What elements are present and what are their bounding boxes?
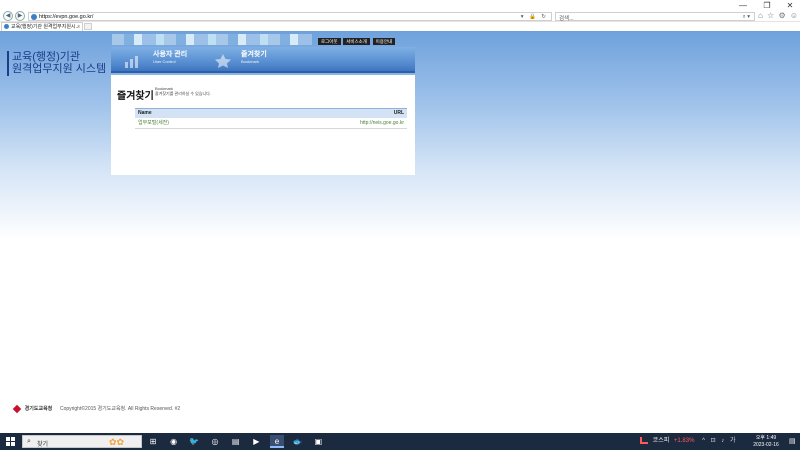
system-title: 교육(행정)기관 원격업무지원 시스템: [7, 51, 106, 76]
bookmark-star-icon: [215, 54, 231, 68]
tab-close-icon[interactable]: ×: [77, 23, 80, 31]
bookmark-panel: 즐겨찾기 Bookmark 즐겨찾기를 관리하실 수 있습니다. Name UR…: [111, 75, 415, 175]
site-favicon-icon: [31, 14, 37, 20]
system-title-line1: 교육(행정)기관: [12, 51, 81, 63]
tray-icons[interactable]: ^ ⊡ ♪ 가: [702, 438, 737, 444]
footer-org-name: 경기도교육청: [24, 406, 53, 412]
nav-bookmark-label: 즐겨찾기: [241, 51, 267, 58]
address-url: https://evpn.goe.go.kr/: [39, 14, 94, 20]
page-footer: 경기도교육청 Copyright©2015 경기도교육청. All Rights…: [12, 404, 181, 413]
nav-bookmark[interactable]: 즐겨찾기 Bookmark: [241, 51, 267, 64]
user-control-icon: [125, 56, 138, 68]
page-description: 즐겨찾기를 관리하실 수 있습니다.: [155, 91, 211, 96]
table-header-row: Name URL: [135, 108, 407, 118]
kospi-value: +1.83%: [673, 438, 695, 444]
tab-favicon-icon: [4, 24, 9, 29]
column-header-url: URL: [250, 108, 407, 118]
footer-copyright: Copyright©2015 경기도교육청. All Rights Reserv…: [59, 406, 181, 412]
back-icon[interactable]: ◀: [3, 11, 13, 21]
nav-user-control-label: 사용자 관리: [153, 51, 188, 58]
column-header-name: Name: [135, 108, 251, 118]
edge-icon[interactable]: ◉: [167, 435, 181, 448]
browser-tab[interactable]: 교육(행정)기관 원격업무지원시... ×: [1, 22, 83, 31]
notification-icon[interactable]: ▤: [789, 437, 796, 445]
page-body: 교육(행정)기관 원격업무지원 시스템 로그아웃 서비스소개 이용안내 사용자 …: [0, 31, 800, 433]
system-tray: 코스피 +1.83% ^ ⊡ ♪ 가: [640, 435, 737, 444]
guide-button[interactable]: 이용안내: [372, 38, 396, 45]
taskbar-search-icon: ⌕: [27, 438, 31, 445]
stock-chart-icon: [640, 436, 648, 444]
forward-icon[interactable]: ▶: [15, 11, 25, 21]
new-tab-button[interactable]: [84, 23, 92, 30]
clock-date: 2023-02-16: [753, 441, 779, 448]
address-input[interactable]: https://evpn.goe.go.kr/ ▾ 🔒 ↻: [28, 12, 552, 21]
service-intro-button[interactable]: 서비스소개: [343, 38, 370, 45]
table-row[interactable]: 업무포털(세전) http://neis.goe.go.kr: [135, 117, 407, 129]
taskbar-search-input[interactable]: ⌕ 찾기 ✿✿: [22, 435, 142, 448]
start-windows-icon[interactable]: [6, 437, 15, 446]
bookmark-table: Name URL 업무포털(세전) http://neis.goe.go.kr: [135, 108, 407, 129]
page-title: 즐겨찾기: [117, 91, 154, 102]
search-input[interactable]: 검색... ⌕ ▾: [555, 12, 755, 22]
tab-title: 교육(행정)기관 원격업무지원시...: [11, 24, 80, 30]
task-view-icon[interactable]: ⊞: [146, 435, 160, 448]
nav-user-control[interactable]: 사용자 관리 User Control: [153, 51, 187, 64]
header-decoration: [112, 34, 312, 45]
main-nav: 사용자 관리 User Control 즐겨찾기 Bookmark: [111, 47, 415, 73]
refresh-icon[interactable]: ▾ 🔒 ↻: [521, 14, 548, 20]
address-bar-row: ◀ ▶ https://evpn.goe.go.kr/ ▾ 🔒 ↻ 검색... …: [0, 11, 800, 22]
taskbar-apps: ⊞ ◉ 🐦 ◎ ▤ ▶ e 🐟 ▣: [146, 435, 330, 448]
bookmark-url-link[interactable]: http://neis.goe.go.kr: [250, 117, 407, 129]
org-logo-icon: [12, 404, 22, 413]
close-window-button[interactable]: ✕: [782, 1, 798, 11]
bookmark-name-link[interactable]: 업무포털(세전): [135, 117, 251, 129]
remote-app-icon[interactable]: ▣: [311, 435, 325, 448]
taskbar-clock[interactable]: 오후 1:49 2023-02-16: [746, 435, 786, 448]
utility-buttons: 로그아웃 서비스소개 이용안내: [318, 38, 396, 45]
search-icon[interactable]: ⌕ ▾: [743, 14, 750, 21]
kospi-label[interactable]: 코스피: [653, 438, 670, 444]
restore-button[interactable]: ❐: [759, 1, 775, 11]
page-subtitle: Bookmark 즐겨찾기를 관리하실 수 있습니다.: [155, 86, 211, 96]
chrome-icon[interactable]: ◎: [208, 435, 222, 448]
system-title-line2: 원격업무지원 시스템: [12, 63, 107, 75]
search-highlight-flower-icon: ✿✿: [109, 437, 125, 447]
media-player-icon[interactable]: ▶: [249, 435, 263, 448]
bird-app-icon[interactable]: 🐦: [187, 435, 201, 448]
search-placeholder: 검색...: [559, 16, 574, 22]
nav-user-control-sub: User Control: [153, 59, 176, 64]
nav-bookmark-sub: Bookmark: [241, 59, 260, 64]
logout-button[interactable]: 로그아웃: [318, 38, 341, 45]
favorites-icon[interactable]: ⌂ ☆ ⚙ ☺: [758, 11, 799, 20]
taskbar: ⌕ 찾기 ✿✿ ⊞ ◉ 🐦 ◎ ▤ ▶ e 🐟 ▣ 코스피 +1.83% ^ ⊡…: [0, 433, 800, 450]
minimize-button[interactable]: —: [735, 1, 751, 11]
taskbar-search-text: 찾기: [37, 442, 49, 448]
fish-app-icon[interactable]: 🐟: [291, 435, 305, 448]
file-explorer-icon[interactable]: ▤: [229, 435, 243, 448]
internet-explorer-icon[interactable]: e: [270, 435, 285, 448]
